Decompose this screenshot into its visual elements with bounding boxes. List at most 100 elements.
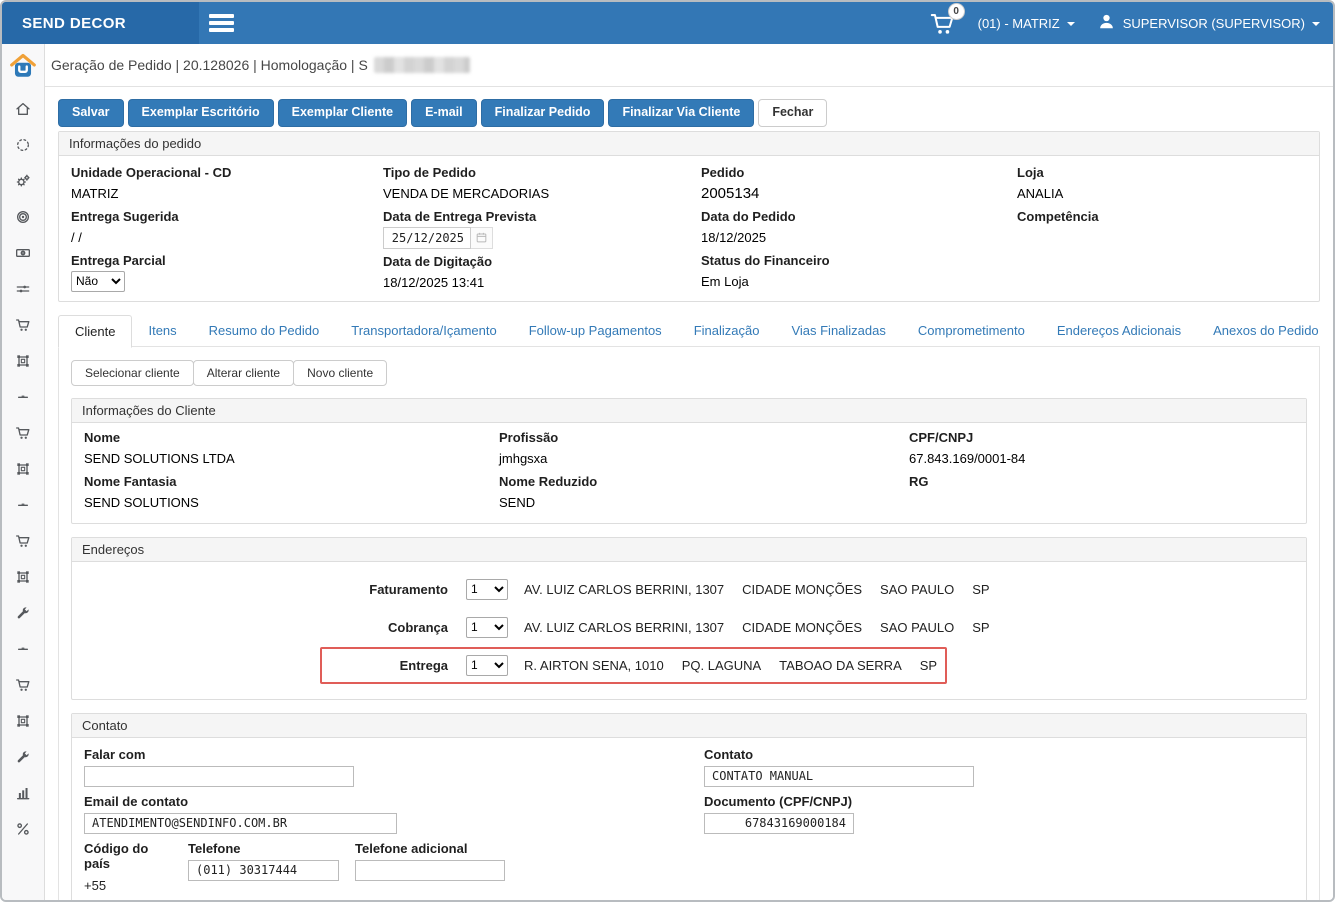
frame-icon[interactable] [15,713,31,729]
entrega-parcial-select[interactable]: Não [71,271,125,292]
money-icon[interactable] [15,245,31,261]
address-state: SP [972,620,989,635]
addresses-list: Faturamento1AV. LUIZ CARLOS BERRINI, 130… [72,562,1306,699]
address-street: AV. LUIZ CARLOS BERRINI, 1307 [524,620,724,635]
field-value: 18/12/2025 [701,227,1017,248]
fechar-button[interactable]: Fechar [758,99,827,127]
home-icon[interactable] [15,101,31,117]
salvar-button[interactable]: Salvar [58,99,124,127]
sliders-icon[interactable] [15,281,31,297]
wrench-icon[interactable] [15,749,31,765]
field-value: SEND [499,492,909,513]
exemplar-escritorio-button[interactable]: Exemplar Escritório [128,99,274,127]
chevron-down-icon [1067,22,1075,26]
calendar-icon[interactable] [471,227,493,249]
dash-icon[interactable] [15,389,31,405]
field-rg: RG [909,471,1294,513]
percent-icon[interactable] [15,821,31,837]
bar-chart-icon[interactable] [15,785,31,801]
breadcrumb: Geração de Pedido | 20.128026 | Homologa… [51,57,368,73]
cart-icon[interactable] [15,317,31,333]
dash-icon[interactable] [15,497,31,513]
documento-input[interactable] [704,813,854,834]
tab-follow-up-pagamentos[interactable]: Follow-up Pagamentos [513,315,678,347]
field-data-de-entrega-prevista: Data de Entrega Prevista [383,206,701,249]
selecionar-cliente-button[interactable]: Selecionar cliente [71,360,194,386]
alterar-cliente-button[interactable]: Alterar cliente [193,360,294,386]
cobranca-address-select[interactable]: 1 [466,617,508,638]
field-value: jmhgsxa [499,448,909,469]
field-label: Data de Entrega Prevista [383,206,701,227]
field-label: CPF/CNPJ [909,427,1294,448]
order-info-column: Unidade Operacional - CDMATRIZEntrega Su… [71,160,383,293]
falar-com-label: Falar com [84,747,704,762]
chevron-down-icon [1312,22,1320,26]
field-label: Data de Digitação [383,251,701,272]
tab-enderecos-adicionais[interactable]: Endereços Adicionais [1041,315,1197,347]
data-de-entrega-prevista-input[interactable] [383,227,471,249]
wrench-icon[interactable] [15,605,31,621]
contact-right-column: Contato Documento (CPF/CNPJ) [704,740,1294,896]
frame-icon[interactable] [15,569,31,585]
tab-comprometimento[interactable]: Comprometimento [902,315,1041,347]
address-city: SAO PAULO [880,582,954,597]
address-district: PQ. LAGUNA [682,658,761,673]
cart-icon[interactable] [15,677,31,693]
hamburger-menu-icon[interactable] [209,14,234,35]
field-value: Em Loja [701,271,1017,292]
exemplar-cliente-button[interactable]: Exemplar Cliente [278,99,407,127]
field-label: Nome Reduzido [499,471,909,492]
tab-vias-finalizadas[interactable]: Vias Finalizadas [775,315,901,347]
contato-label: Contato [704,747,1294,762]
frame-icon[interactable] [15,353,31,369]
client-info-panel: Informações do Cliente NomeSEND SOLUTION… [71,398,1307,524]
field-status-do-financeiro: Status do FinanceiroEm Loja [701,250,1017,292]
telefone-adicional-input[interactable] [355,860,505,881]
user-menu-label: SUPERVISOR (SUPERVISOR) [1123,16,1305,31]
cart-button[interactable]: 0 [929,10,956,37]
client-info-title: Informações do Cliente [72,399,1306,423]
tab-transportadora-icamento[interactable]: Transportadora/Içamento [335,315,512,347]
e-mail-button[interactable]: E-mail [411,99,477,127]
store-selector[interactable]: (01) - MATRIZ [978,16,1075,31]
faturamento-address-select[interactable]: 1 [466,579,508,600]
telefone-input[interactable] [188,860,339,881]
app-logo-icon [8,51,38,86]
contato-input[interactable] [704,766,974,787]
target-icon[interactable] [15,209,31,225]
field-entrega-sugerida: Entrega Sugerida/ / [71,206,383,248]
falar-com-input[interactable] [84,766,354,787]
cart-icon[interactable] [15,425,31,441]
tab-resumo-do-pedido[interactable]: Resumo do Pedido [193,315,336,347]
address-row: Entrega1R. AIRTON SENA, 1010PQ. LAGUNATA… [84,647,1294,684]
frame-icon[interactable] [15,461,31,477]
spinner-icon[interactable] [15,137,31,153]
address-street: R. AIRTON SENA, 1010 [524,658,664,673]
cart-icon[interactable] [15,533,31,549]
dash-icon[interactable] [15,641,31,657]
tab-anexos-do-pedido[interactable]: Anexos do Pedido [1197,315,1333,347]
field-data-de-digitacao: Data de Digitação18/12/2025 13:41 [383,251,701,293]
field-data-do-pedido: Data do Pedido18/12/2025 [701,206,1017,248]
address-row-box: Cobrança1AV. LUIZ CARLOS BERRINI, 1307CI… [320,609,1000,646]
address-type-label: Entrega [330,658,448,673]
finalizar-via-cliente-button[interactable]: Finalizar Via Cliente [608,99,754,127]
tab-itens[interactable]: Itens [132,315,192,347]
telefone-label: Telefone [188,841,339,856]
user-menu[interactable]: SUPERVISOR (SUPERVISOR) [1097,12,1320,34]
client-actions-group: Selecionar clienteAlterar clienteNovo cl… [71,360,1307,386]
novo-cliente-button[interactable]: Novo cliente [293,360,387,386]
codigo-pais-label: Código do país [84,841,172,871]
gears-icon[interactable] [15,173,31,189]
cart-badge: 0 [948,3,965,20]
tab-finalizacao[interactable]: Finalização [678,315,776,347]
field-label: Entrega Sugerida [71,206,383,227]
finalizar-pedido-button[interactable]: Finalizar Pedido [481,99,605,127]
redacted-text [374,57,470,73]
order-tabs: ClienteItensResumo do PedidoTransportado… [58,315,1320,347]
entrega-address-select[interactable]: 1 [466,655,508,676]
tab-cliente[interactable]: Cliente [58,315,132,348]
address-district: CIDADE MONÇÕES [742,620,862,635]
email-contato-input[interactable] [84,813,397,834]
contact-left-column: Falar com Email de contato Código do paí… [84,740,704,896]
